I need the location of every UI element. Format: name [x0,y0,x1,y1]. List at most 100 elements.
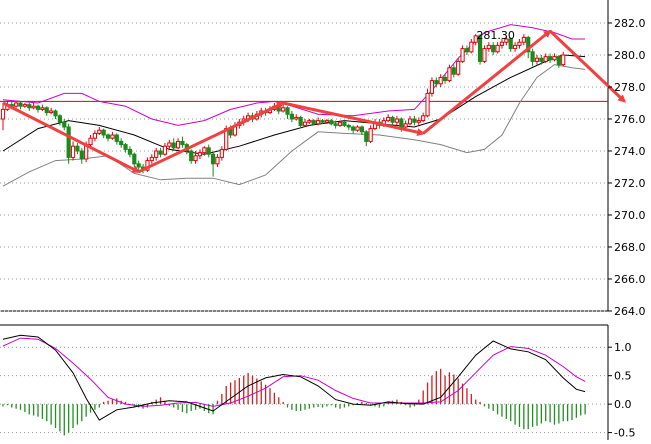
candle-body [53,110,58,117]
candle-body [421,115,426,122]
candle-body [171,142,176,149]
candle-body [180,140,185,146]
candle-body [162,145,168,155]
candle-body [416,120,421,123]
candle-body [324,120,329,123]
candle-body [149,156,154,162]
macd-signal-line [2,337,586,407]
candle-body [167,142,172,147]
candle-body [197,152,203,157]
candle-body [342,121,347,126]
candle-body [18,102,23,107]
candle-body [57,115,62,123]
macd-tick-label: 0.0 [614,398,632,411]
price-tick-label: 278.0 [614,81,646,94]
candle-body [534,57,540,62]
candle-body [482,48,487,62]
candle-body [486,44,491,50]
candle-body [425,92,430,117]
candle-body [193,155,198,162]
macd-grid [0,324,609,440]
high-annotation: 281.30 [476,29,515,42]
candle-body [92,132,98,139]
price-axis: 282.0 280.0 278.0 276.0 274.0 272.0 270.0 268.0… [608,17,646,318]
price-tick-label: 264.0 [614,305,646,318]
candle-body [132,153,137,165]
candle-body [307,120,312,123]
candle-body [320,120,325,123]
candle-body [530,51,535,62]
candle-body [105,134,111,139]
candle-body [298,116,303,126]
candle-body [311,120,316,125]
candle-body [539,57,544,62]
candle-body [294,116,299,120]
candle-body [460,48,465,62]
price-tick-label: 266.0 [614,273,646,286]
price-tick-label: 276.0 [614,113,646,126]
candle-body [333,123,338,126]
candle-body [456,60,461,75]
stock-chart: 282.0 280.0 278.0 276.0 274.0 272.0 270.0 268.0… [0,0,646,440]
candle-body [158,150,163,155]
candle-body [31,105,36,109]
candle-body [390,116,395,123]
candle-body [206,147,211,155]
candle-body [491,44,496,53]
candle-body [219,148,224,158]
candle-body [499,41,505,46]
candle-body [27,104,32,109]
macd-axis: 1.0 0.5 0.0 -0.5 [608,341,635,440]
chart-stage: 282.0 280.0 278.0 276.0 274.0 272.0 270.0 268.0… [0,0,651,440]
candle-body [438,76,443,85]
candle-body [210,153,216,165]
macd-tick-label: 0.5 [614,370,632,383]
candle-body [14,102,19,107]
candle-body [281,107,286,112]
candle-body [49,110,54,114]
candle-body [386,116,391,122]
candle-body [189,150,194,162]
candle-body [329,120,334,125]
candle-body [359,126,364,133]
candle-body [403,123,408,128]
candle-body [464,48,470,53]
candle-body [88,137,93,146]
price-tick-label: 272.0 [614,177,646,190]
candle-body [110,134,115,139]
candle-body [346,124,351,128]
candle-body [394,118,400,123]
candle-body [289,113,294,120]
bollinger-lower-line [2,64,586,187]
price-tick-label: 270.0 [614,209,646,222]
candle-body [512,44,518,50]
candle-body [123,144,128,150]
candle-body [136,163,141,168]
candle-body [548,56,553,61]
candle-body [202,147,207,154]
candle-body [561,54,566,66]
macd-tick-label: 1.0 [614,341,632,354]
candle-body [399,118,404,128]
candle-body [442,76,448,82]
candle-body [412,118,417,123]
candle-body [351,126,356,131]
price-tick-label: 274.0 [614,145,646,158]
candle-body [101,129,106,136]
candle-body [451,67,456,75]
candle-body [97,129,102,134]
price-tick-label: 282.0 [614,17,646,30]
candle-body [22,104,27,107]
candle-body [154,150,159,158]
candle-body [495,44,500,53]
candle-body [302,121,308,126]
candle-body [447,67,452,82]
candlesticks [0,34,566,177]
price-panel: 282.0 280.0 278.0 276.0 274.0 272.0 270.0 268.0… [0,0,646,318]
candle-body [285,107,290,115]
candle-body [337,121,343,126]
candle-body [364,131,369,142]
candle-body [70,145,76,158]
candle-body [35,105,41,110]
candle-body [62,121,67,128]
